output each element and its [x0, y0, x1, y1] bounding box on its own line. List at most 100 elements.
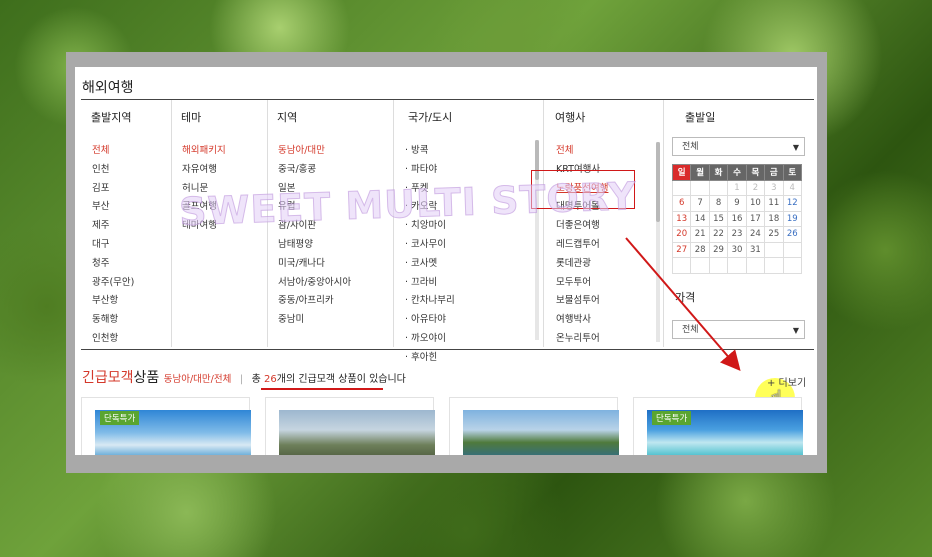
list-item[interactable]: 동남아/대만	[278, 142, 351, 161]
calendar-day[interactable]: 24	[745, 226, 766, 243]
calendar-day[interactable]: 26	[782, 226, 803, 243]
calendar-day[interactable]: 21	[690, 226, 710, 243]
list-item[interactable]: 중남미	[278, 311, 351, 330]
calendar-day[interactable]: 13	[671, 210, 692, 227]
list-item[interactable]: · 파타야	[405, 161, 455, 180]
list-item[interactable]: 여행박사	[556, 311, 608, 330]
calendar-day[interactable]: 11	[764, 195, 784, 212]
price-select[interactable]: 전체 ▼	[672, 320, 805, 339]
calendar-day[interactable]: 30	[727, 241, 747, 258]
calendar-day[interactable]: 28	[690, 241, 710, 258]
weekday-label: 일	[671, 164, 692, 181]
calendar-day	[708, 179, 729, 196]
list-item[interactable]: · 코사멧	[405, 255, 455, 274]
annotation-underline	[261, 388, 383, 390]
list-item[interactable]: · 아유타야	[405, 311, 455, 330]
calendar-week: 1 2 3 4	[671, 179, 803, 196]
list-item[interactable]: 미국/캐나다	[278, 255, 351, 274]
calendar-day[interactable]: 9	[727, 195, 747, 212]
calendar-day[interactable]: 17	[745, 210, 766, 227]
exclusive-deal-badge: 단독특가	[100, 411, 140, 425]
list-item[interactable]: 중국/홍콩	[278, 161, 351, 180]
calendar-day[interactable]: 12	[782, 195, 803, 212]
departure-date-select[interactable]: 전체 ▼	[672, 137, 805, 156]
agency-scroll-thumb[interactable]	[656, 142, 660, 222]
calendar-day[interactable]: 15	[708, 210, 729, 227]
count-prefix: 총	[251, 374, 265, 385]
calendar-day[interactable]: 10	[745, 195, 766, 212]
calendar-day[interactable]: 20	[671, 226, 692, 243]
list-item[interactable]: 인천항	[92, 330, 134, 349]
calendar-day: 3	[764, 179, 784, 196]
departure-date-select-value: 전체	[682, 142, 699, 152]
departure-region-list: 전체 인천 김포 부산 제주 대구 청주 광주(무안) 부산항 동해항 인천항	[92, 142, 134, 349]
list-item[interactable]: 중동/아프리카	[278, 292, 351, 311]
product-count-text: 총 26개의 긴급모객 상품이 있습니다	[252, 374, 406, 385]
list-item[interactable]: 김포	[92, 180, 134, 199]
calendar-day[interactable]: 19	[782, 210, 803, 227]
list-item[interactable]: 광주(무안)	[92, 274, 134, 293]
calendar-weekdays: 일 월 화 수 목 금 토	[671, 164, 803, 181]
calendar-day	[764, 241, 784, 258]
calendar-day[interactable]: 16	[727, 210, 747, 227]
agency-scrollbar[interactable]	[656, 142, 660, 342]
screenshot-frame: 해외여행 출발지역 전체 인천 김포 부산 제주 대구 청주 광주(무안) 부산…	[66, 52, 827, 473]
product-card[interactable]	[449, 397, 619, 455]
calendar-day[interactable]: 6	[671, 195, 692, 212]
list-item[interactable]: · 칸차나부리	[405, 292, 455, 311]
calendar-day	[690, 179, 710, 196]
calendar-day[interactable]: 25	[764, 226, 784, 243]
list-item[interactable]: · 후아힌	[405, 349, 455, 368]
list-item[interactable]: 온누리투어	[556, 330, 608, 349]
calendar-day	[764, 257, 784, 274]
list-item[interactable]: 전체	[92, 142, 134, 161]
departure-date-header: 출발일	[685, 111, 716, 124]
list-item[interactable]: 전체	[556, 142, 608, 161]
list-item[interactable]: 부산항	[92, 292, 134, 311]
calendar-day[interactable]: 31	[745, 241, 766, 258]
calendar-week: 13 14 15 16 17 18 19	[671, 210, 803, 227]
calendar-day: 2	[745, 179, 766, 196]
list-item[interactable]: 서남아/중앙아시아	[278, 274, 351, 293]
list-item[interactable]: 대구	[92, 236, 134, 255]
calendar-day[interactable]: 14	[690, 210, 710, 227]
list-item[interactable]: · 끄라비	[405, 274, 455, 293]
calendar-day[interactable]: 8	[708, 195, 729, 212]
list-item[interactable]: · 방콕	[405, 142, 455, 161]
calendar-day[interactable]: 29	[708, 241, 729, 258]
product-card[interactable]: 단독특가	[633, 397, 803, 455]
calendar-day[interactable]: 23	[727, 226, 747, 243]
calendar-day	[782, 257, 803, 274]
calendar-day[interactable]: 7	[690, 195, 710, 212]
list-item[interactable]: 동해항	[92, 311, 134, 330]
calendar: 일 월 화 수 목 금 토 1 2 3 4 6 7 8 9 10 11 12 1…	[671, 164, 803, 274]
list-item[interactable]: 모두투어	[556, 274, 608, 293]
weekday-label: 금	[764, 164, 784, 181]
list-item[interactable]: 인천	[92, 161, 134, 180]
calendar-day	[745, 257, 766, 274]
calendar-day: 1	[727, 179, 747, 196]
product-card[interactable]: 단독특가	[81, 397, 251, 455]
list-item[interactable]: 제주	[92, 217, 134, 236]
list-item[interactable]: 자유여행	[182, 161, 226, 180]
calendar-day[interactable]: 18	[764, 210, 784, 227]
list-item[interactable]: 레드캡투어	[556, 236, 608, 255]
list-item[interactable]: 남태평양	[278, 236, 351, 255]
list-item[interactable]: 보물섬투어	[556, 292, 608, 311]
page-title: 해외여행	[82, 80, 134, 96]
calendar-day[interactable]: 22	[708, 226, 729, 243]
list-item[interactable]: · 코사무이	[405, 236, 455, 255]
list-item[interactable]: 롯데관광	[556, 255, 608, 274]
list-item[interactable]: 부산	[92, 198, 134, 217]
list-item[interactable]: · 까오야이	[405, 330, 455, 349]
weekday-label: 목	[745, 164, 766, 181]
agency-column: 여행사 전체 KRT여행사 노랑풍선여행 대명투어몰 더좋은여행 레드캡투어 롯…	[543, 100, 664, 347]
product-image	[463, 410, 619, 455]
product-card[interactable]	[265, 397, 435, 455]
region-list: 동남아/대만 중국/홍콩 일본 유럽 괌/사이판 남태평양 미국/캐나다 서남아…	[278, 142, 351, 330]
calendar-day[interactable]: 27	[671, 241, 692, 258]
list-item[interactable]: 해외패키지	[182, 142, 226, 161]
region-header: 지역	[277, 111, 298, 124]
weekday-label: 수	[727, 164, 747, 181]
list-item[interactable]: 청주	[92, 255, 134, 274]
